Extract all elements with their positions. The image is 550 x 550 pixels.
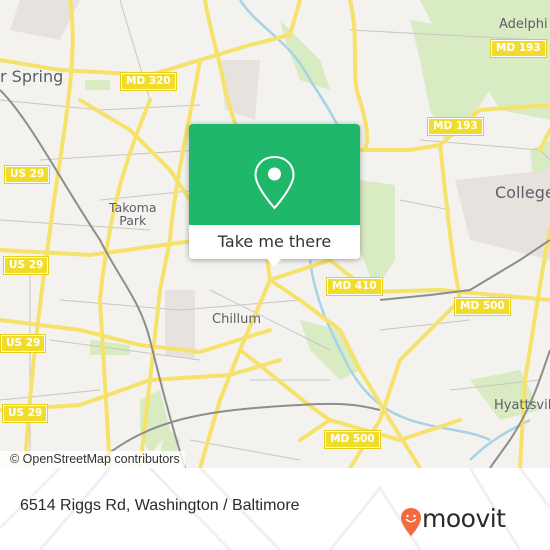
location-popup[interactable]: Take me there bbox=[189, 124, 360, 267]
park-text: Park bbox=[119, 213, 147, 228]
map-pin-icon bbox=[254, 155, 295, 210]
place-label-silver-spring: r Spring bbox=[0, 67, 64, 86]
route-shield-md410: MD 410 bbox=[326, 277, 383, 296]
route-shield-md193-mid: MD 193 bbox=[427, 117, 484, 136]
take-me-there-label: Take me there bbox=[217, 232, 332, 251]
place-label-takoma-park: Takoma Park bbox=[109, 201, 157, 227]
address-text: 6514 Riggs Rd, Washington / Baltimore bbox=[20, 497, 300, 514]
place-label-college-park: College bbox=[495, 183, 550, 202]
map[interactable]: r Spring Adelphi Takoma Park College Chi… bbox=[0, 0, 550, 468]
route-shield-us29-4: US 29 bbox=[1, 404, 49, 423]
place-label-chillum: Chillum bbox=[212, 312, 262, 327]
map-attribution[interactable]: © OpenStreetMap contributors bbox=[0, 451, 185, 468]
place-label-adelphi: Adelphi bbox=[499, 18, 548, 31]
popup-header bbox=[189, 124, 360, 225]
route-shield-md320: MD 320 bbox=[120, 72, 177, 91]
moovit-logo: moovit bbox=[400, 504, 540, 537]
moovit-pin-icon bbox=[401, 508, 421, 536]
adelphi-text: Adelphi bbox=[499, 17, 548, 32]
route-shield-us29-2: US 29 bbox=[2, 256, 50, 275]
popup-pointer bbox=[266, 258, 282, 267]
route-shield-us29-1: US 29 bbox=[3, 165, 51, 184]
place-label-hyattsville: Hyattsvil bbox=[494, 398, 550, 413]
route-shield-md500-east: MD 500 bbox=[454, 297, 511, 316]
route-shield-us29-3: US 29 bbox=[0, 334, 47, 353]
route-shield-md193-top: MD 193 bbox=[490, 39, 547, 58]
moovit-wordmark: moovit bbox=[422, 504, 506, 533]
route-shield-md500-south: MD 500 bbox=[324, 430, 381, 449]
